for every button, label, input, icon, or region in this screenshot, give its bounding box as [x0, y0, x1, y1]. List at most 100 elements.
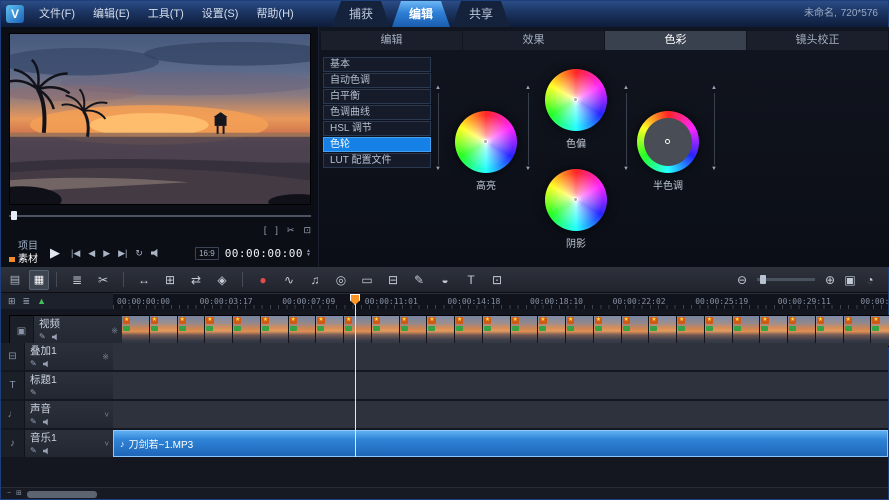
slider-track[interactable] [626, 93, 627, 165]
split-screen-icon[interactable]: ⊟ [380, 268, 406, 292]
zoom-slider-thumb[interactable] [760, 275, 766, 284]
color-tool-option[interactable]: 白平衡 [323, 89, 431, 104]
slider-down-icon[interactable]: ▼ [709, 166, 719, 173]
slider-up-icon[interactable]: ▲ [621, 85, 631, 92]
zoom-slider[interactable] [757, 278, 815, 281]
menu-item[interactable]: 工具(T) [139, 1, 193, 27]
panel-tab-编辑[interactable]: 编辑 [321, 31, 462, 50]
video-thumbnail[interactable] [289, 316, 317, 346]
aspect-ratio-badge[interactable]: 16:9 [195, 247, 219, 260]
collapse-tracks-icon[interactable]: − [7, 489, 11, 499]
timeline-view-button[interactable]: ▦ [29, 270, 49, 290]
audio-clip[interactable]: ♪ 刀剑若~1.MP3 [113, 430, 888, 457]
mute-track-icon[interactable] [52, 334, 59, 341]
slider-up-icon[interactable]: ▲ [709, 85, 719, 92]
play-button[interactable]: ▶ [50, 245, 60, 261]
panel-tab-效果[interactable]: 效果 [463, 31, 604, 50]
color-tool-option[interactable]: 色调曲线 [323, 105, 431, 120]
video-thumbnail[interactable] [233, 316, 261, 346]
subtitle-editor-icon[interactable]: ▭ [354, 268, 380, 292]
auto-music-icon[interactable]: ♫ [302, 268, 328, 292]
video-thumbnail[interactable] [316, 316, 344, 346]
preview-timecode[interactable]: 00:00:00:00 [225, 247, 303, 260]
edit-track-icon[interactable]: ✎ [30, 360, 37, 368]
expand-track-icon[interactable]: ˅ [104, 439, 109, 448]
scrubber-handle[interactable] [11, 211, 17, 220]
video-thumbnail[interactable] [816, 316, 844, 346]
playhead-line[interactable] [355, 294, 356, 457]
video-thumbnail[interactable] [844, 316, 872, 346]
edit-track-icon[interactable]: ✎ [30, 447, 37, 455]
swap-tracks-icon[interactable]: ⇄ [183, 268, 209, 292]
music-track-header[interactable]: ♪ 音乐1 ✎ ˅ [1, 430, 113, 457]
sound-mixer-icon[interactable]: ≣ [64, 268, 90, 292]
horizontal-scrollbar[interactable] [27, 491, 97, 498]
end-button[interactable]: ▶| [118, 248, 127, 259]
edit-track-icon[interactable]: ✎ [30, 389, 37, 397]
video-thumbnail[interactable] [871, 316, 889, 346]
shadow-slider[interactable]: ▲ ▼ [621, 85, 631, 173]
ripple-edit-icon[interactable]: ※ [111, 327, 118, 336]
video-thumbnail[interactable] [705, 316, 733, 346]
video-thumbnail[interactable] [511, 316, 539, 346]
title-track-header[interactable]: T 标题1 ✎ [1, 372, 113, 399]
mask-creator-icon[interactable]: ◒ [432, 268, 458, 292]
video-thumbnail[interactable] [733, 316, 761, 346]
video-thumbnail[interactable] [594, 316, 622, 346]
voice-track-header[interactable]: ♩ 声音 ✎ ˅ [1, 401, 113, 428]
home-button[interactable]: |◀ [71, 248, 80, 259]
ripple-edit-icon[interactable]: ↔ [131, 268, 157, 292]
slider-track[interactable] [528, 93, 529, 165]
edit-track-icon[interactable]: ✎ [39, 333, 46, 341]
video-thumbnail[interactable] [538, 316, 566, 346]
video-thumbnail[interactable] [622, 316, 650, 346]
zoom-out-icon[interactable]: ⊖ [732, 268, 752, 292]
next-frame-button[interactable]: ▶ [103, 248, 110, 259]
preview-video[interactable] [9, 33, 311, 205]
split-clip-icon[interactable]: ✂ [287, 224, 295, 236]
video-thumbnail[interactable] [427, 316, 455, 346]
video-thumbnail[interactable] [400, 316, 428, 346]
slider-up-icon[interactable]: ▲ [523, 85, 533, 92]
midtone-slider[interactable]: ▲ ▼ [709, 85, 719, 173]
workflow-tab-编辑[interactable]: 编辑 [392, 1, 450, 27]
video-thumbnail[interactable] [566, 316, 594, 346]
grid-toggle-icon[interactable]: ⊞ [16, 489, 22, 499]
loop-button[interactable]: ↻ [135, 248, 143, 259]
zoom-in-icon[interactable]: ⊕ [820, 268, 840, 292]
color-tool-option[interactable]: LUT 配置文件 [323, 153, 431, 168]
mark-out-icon[interactable]: ] [275, 224, 278, 236]
color-tool-option[interactable]: HSL 调节 [323, 121, 431, 136]
project-duration-icon[interactable]: ◔ [860, 268, 880, 292]
video-thumbnail[interactable] [455, 316, 483, 346]
video-thumbnail[interactable] [677, 316, 705, 346]
video-thumbnail[interactable] [649, 316, 677, 346]
mute-track-icon[interactable] [43, 419, 50, 426]
mute-track-icon[interactable] [43, 361, 50, 368]
wheel-center-dot[interactable] [483, 139, 488, 144]
video-thumbnail[interactable] [261, 316, 289, 346]
track-list-icon[interactable]: ≣ [23, 296, 31, 306]
3d-title-icon[interactable]: T [458, 268, 484, 292]
video-thumbnail[interactable] [760, 316, 788, 346]
menu-item[interactable]: 编辑(E) [84, 1, 139, 27]
menu-item[interactable]: 设置(S) [193, 1, 248, 27]
painting-creator-icon[interactable]: ✎ [406, 268, 432, 292]
panel-tab-镜头校正[interactable]: 镜头校正 [747, 31, 888, 50]
scrubber-track[interactable] [9, 215, 311, 217]
voice-track-content[interactable] [113, 401, 888, 428]
wheel-center-dot[interactable] [573, 197, 578, 202]
mute-track-icon[interactable] [43, 448, 50, 455]
timecode-stepper[interactable]: ▲ ▼ [306, 249, 311, 257]
slider-track[interactable] [714, 93, 715, 165]
slider-track[interactable] [438, 93, 439, 165]
mode-button-素材[interactable]: 素材 [9, 254, 38, 265]
slider-down-icon[interactable]: ▼ [433, 166, 443, 173]
offset-wheel[interactable] [545, 69, 607, 131]
timecode-down-icon[interactable]: ▼ [306, 253, 311, 257]
workflow-tab-共享[interactable]: 共享 [452, 1, 510, 27]
track-manager-icon[interactable]: ⊞ [8, 296, 16, 306]
storyboard-view-button[interactable]: ▤ [5, 270, 25, 290]
motion-tracking-icon[interactable]: ◎ [328, 268, 354, 292]
video-thumbnail[interactable] [344, 316, 372, 346]
